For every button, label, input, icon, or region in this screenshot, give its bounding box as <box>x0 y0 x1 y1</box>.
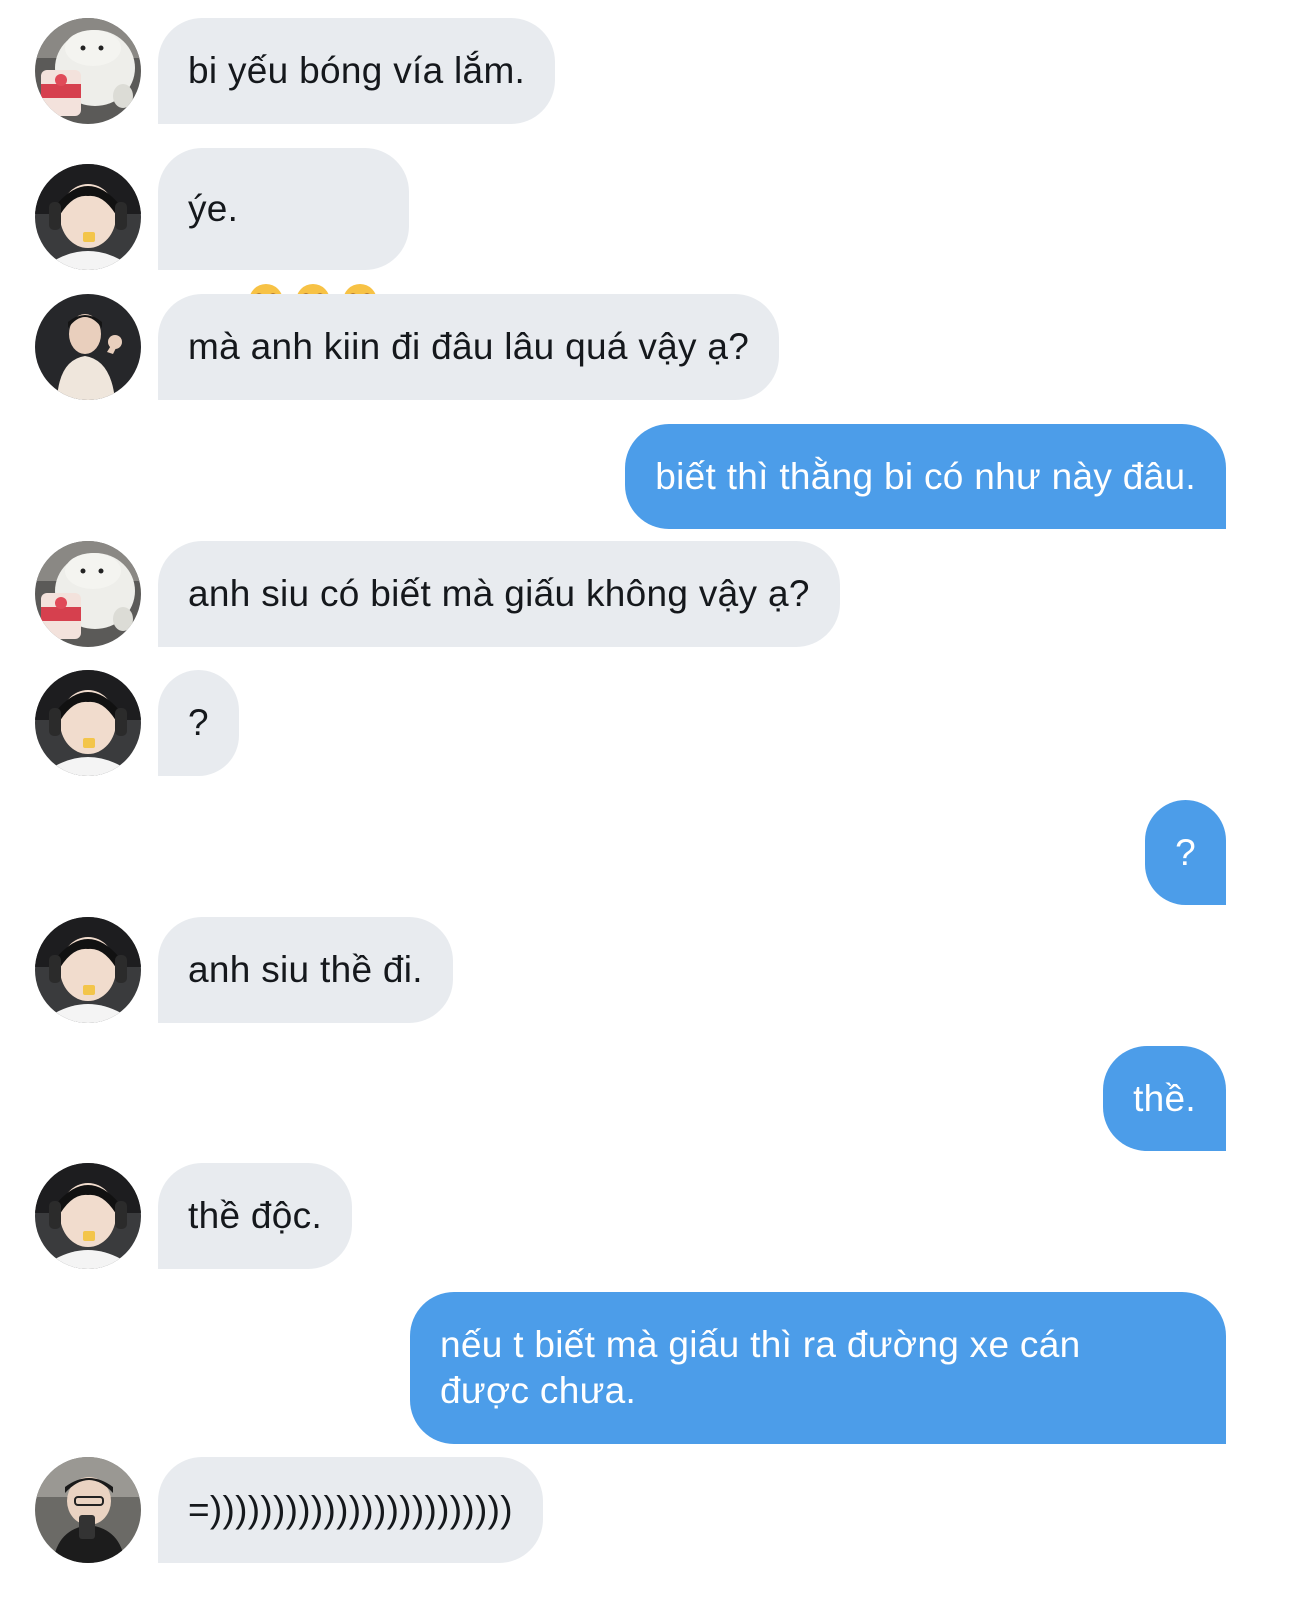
message-row: thề độc. <box>0 1163 1290 1269</box>
message-bubble[interactable]: mà anh kiin đi đâu lâu quá vậy ạ? <box>158 294 780 400</box>
message-bubble[interactable]: ? <box>158 670 239 776</box>
boy-headset-avatar[interactable] <box>35 164 141 270</box>
message-text: biết thì thằng bi có như này đâu. <box>655 455 1196 497</box>
message-row: bi yếu bóng vía lắm. <box>0 18 1290 124</box>
message-row: ? <box>0 670 1290 776</box>
message-bubble[interactable]: anh siu có biết mà giấu không vậy ạ? <box>158 541 840 647</box>
message-text: mà anh kiin đi đâu lâu quá vậy ạ? <box>188 326 750 367</box>
message-bubble[interactable]: anh siu thề đi. <box>158 917 453 1023</box>
message-text: nếu t biết mà giấu thì ra đường xe cán đ… <box>440 1324 1081 1411</box>
polar-bear-avatar[interactable] <box>35 18 141 124</box>
message-row: =)))))))))))))))))))))))) <box>0 1457 1290 1563</box>
message-bubble[interactable]: thề. <box>1103 1046 1226 1151</box>
message-text: bi yếu bóng vía lắm. <box>188 50 526 91</box>
loudly-crying-face-icon <box>247 190 285 318</box>
message-text: ? <box>188 702 209 743</box>
boy-phone-avatar[interactable] <box>35 1457 141 1563</box>
message-text: ? <box>1175 831 1196 873</box>
polar-bear-avatar[interactable] <box>35 541 141 647</box>
message-text: anh siu có biết mà giấu không vậy ạ? <box>188 573 810 614</box>
message-bubble[interactable]: ýe. <box>158 148 410 318</box>
message-text: thề. <box>1133 1077 1196 1119</box>
message-text: =)))))))))))))))))))))))) <box>188 1489 513 1530</box>
message-bubble[interactable]: ? <box>1145 800 1226 905</box>
message-row: mà anh kiin đi đâu lâu quá vậy ạ? <box>0 294 1290 400</box>
loudly-crying-face-icon <box>341 190 379 318</box>
message-text: anh siu thề đi. <box>188 949 423 990</box>
message-row: thề. <box>0 1046 1290 1151</box>
message-bubble[interactable]: thề độc. <box>158 1163 353 1269</box>
message-bubble[interactable]: =)))))))))))))))))))))))) <box>158 1457 543 1563</box>
message-text: thề độc. <box>188 1195 323 1236</box>
boy-waving-avatar[interactable] <box>35 294 141 400</box>
message-row: nếu t biết mà giấu thì ra đường xe cán đ… <box>0 1292 1290 1444</box>
message-row: ýe. <box>0 148 1290 318</box>
message-row: ? <box>0 800 1290 905</box>
message-bubble[interactable]: nếu t biết mà giấu thì ra đường xe cán đ… <box>410 1292 1226 1444</box>
message-bubble[interactable]: biết thì thằng bi có như này đâu. <box>625 424 1226 529</box>
message-row: anh siu có biết mà giấu không vậy ạ? <box>0 541 1290 647</box>
loudly-crying-face-icon <box>294 190 332 318</box>
boy-headset-avatar[interactable] <box>35 670 141 776</box>
boy-headset-avatar[interactable] <box>35 1163 141 1269</box>
message-bubble[interactable]: bi yếu bóng vía lắm. <box>158 18 556 124</box>
message-text: ýe. <box>188 188 239 229</box>
message-row: biết thì thằng bi có như này đâu. <box>0 424 1290 529</box>
boy-headset-avatar[interactable] <box>35 917 141 1023</box>
message-row: anh siu thề đi. <box>0 917 1290 1023</box>
